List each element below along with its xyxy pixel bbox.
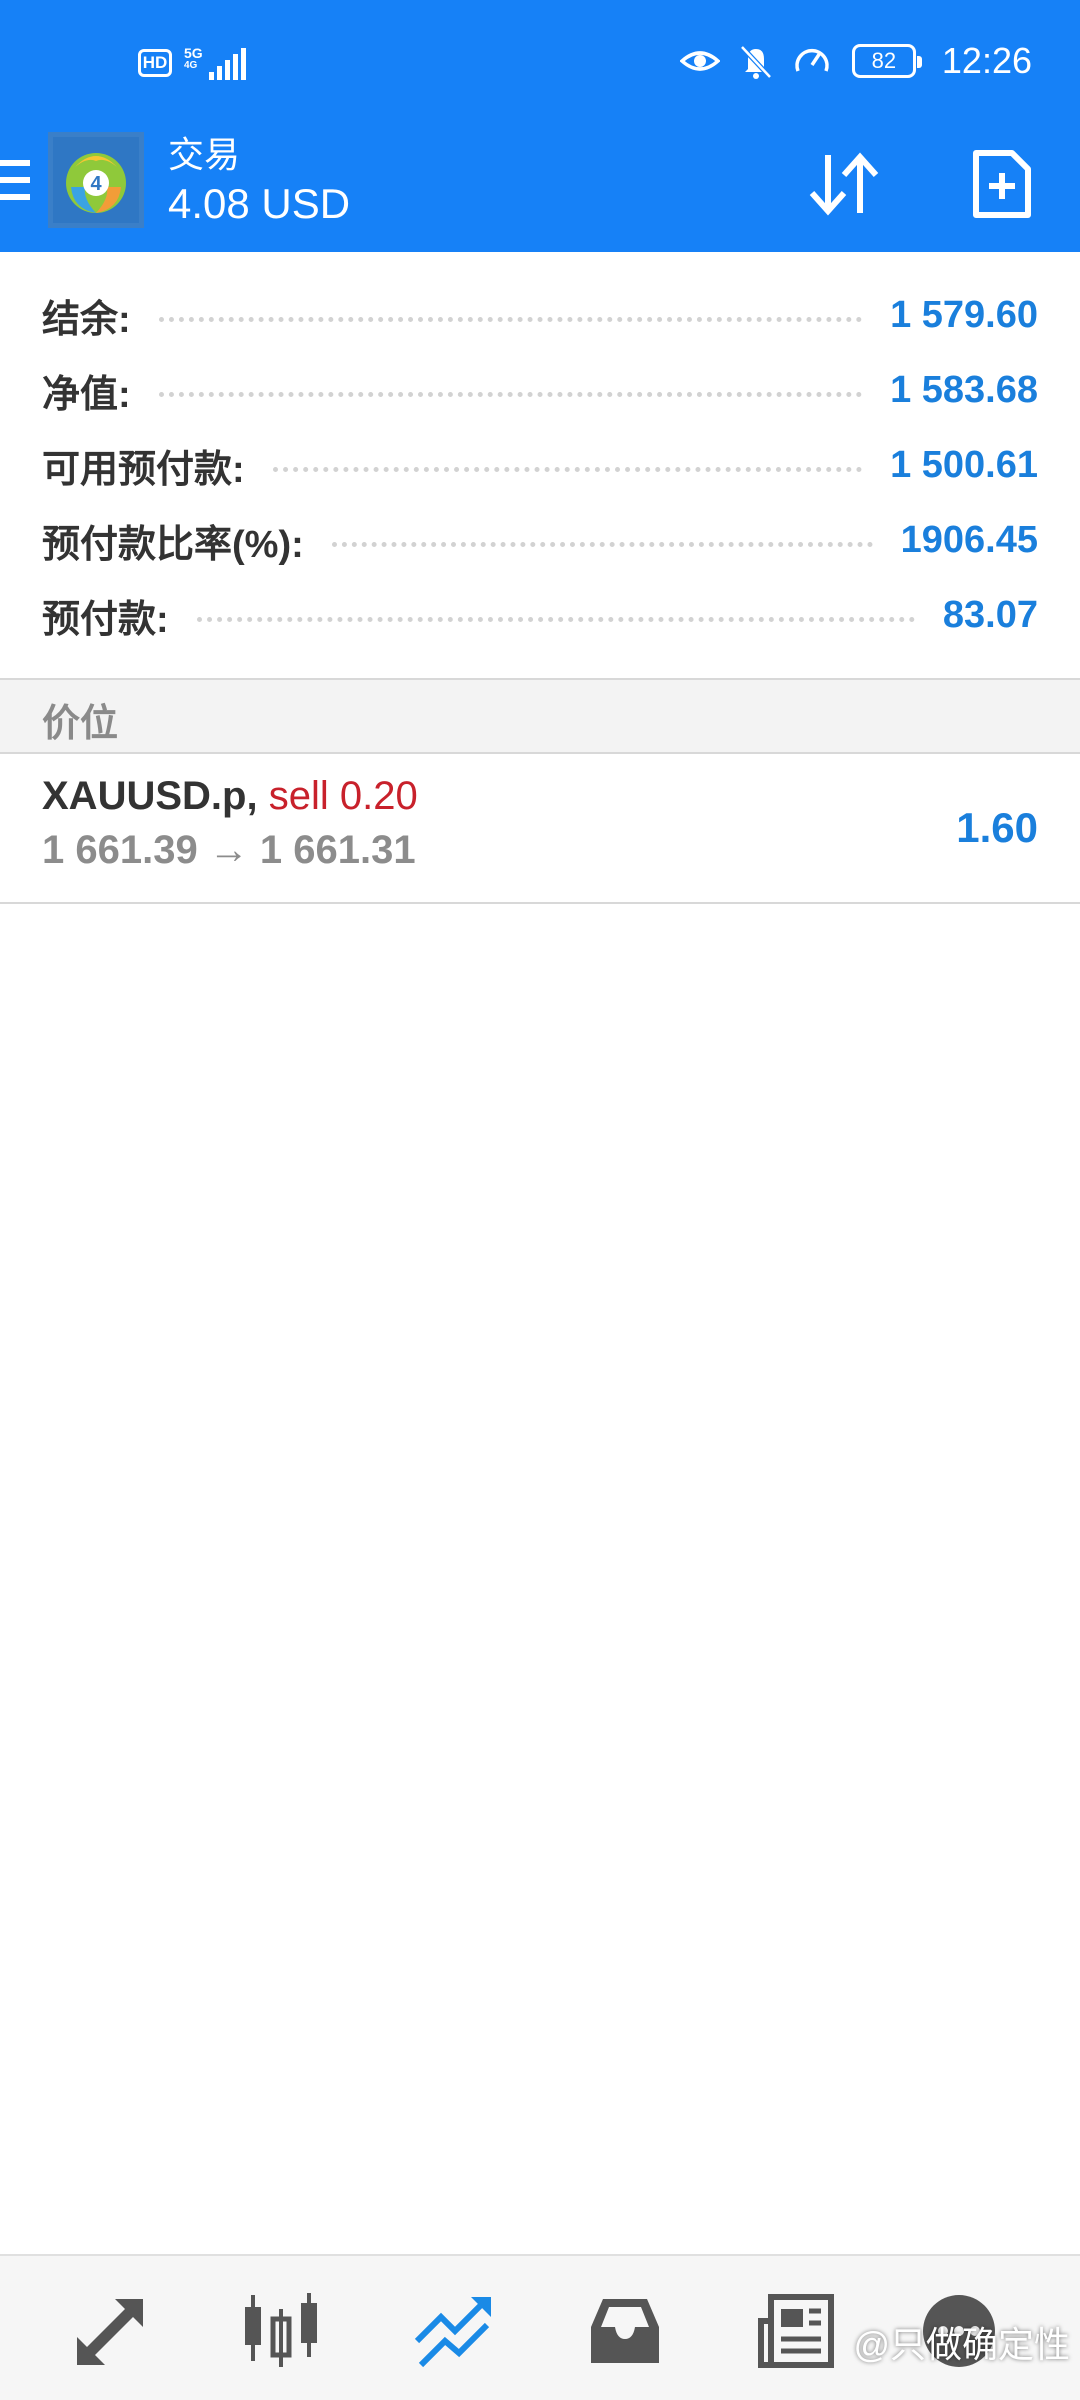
sort-arrows-icon: [809, 152, 879, 216]
margin-level-row: 预付款比率(%): 1906.45: [42, 503, 1038, 578]
row-value: 1906.45: [900, 519, 1038, 561]
new-order-button[interactable]: [962, 144, 1042, 224]
nav-news[interactable]: [752, 2286, 842, 2376]
nav-history[interactable]: [580, 2286, 670, 2376]
nav-chart[interactable]: [236, 2286, 326, 2376]
dotted-leader: [196, 617, 915, 622]
dotted-leader: [158, 392, 863, 397]
new-document-icon: [973, 150, 1031, 218]
dotted-leader: [158, 317, 863, 322]
history-icon: [591, 2299, 659, 2363]
nav-trade[interactable]: [408, 2286, 498, 2376]
bell-muted-icon: [740, 45, 772, 79]
account-summary: 结余: 1 579.60 净值: 1 583.68 可用预付款: 1 500.6…: [0, 252, 1080, 678]
row-label: 结余:: [42, 299, 131, 341]
position-side: sell 0.20: [268, 774, 418, 818]
signal-bars-icon: [208, 48, 246, 80]
row-value: 1 500.61: [890, 444, 1038, 486]
bottom-navigation: @只做确定性: [0, 2254, 1080, 2400]
status-bar: HD 5G 4G 82 12:26: [0, 0, 1080, 126]
margin-row: 预付款: 83.07: [42, 578, 1038, 653]
net-sub-label: 4G: [184, 60, 198, 71]
signal-icon: 5G 4G: [184, 46, 246, 80]
balance-row: 结余: 1 579.60: [42, 278, 1038, 353]
position-profit: 1.60: [956, 804, 1038, 851]
news-icon: [758, 2294, 834, 2368]
sort-button[interactable]: [804, 144, 884, 224]
profit-summary: 4.08 USD: [168, 180, 351, 227]
trade-icon: [414, 2297, 491, 2368]
eye-icon: [679, 51, 720, 71]
position-title: XAUUSD.p, sell 0.20: [42, 774, 418, 819]
row-label: 预付款:: [42, 599, 169, 641]
status-left: HD 5G 4G: [138, 46, 246, 80]
hd-icon: HD: [138, 49, 172, 77]
speedometer-icon: [795, 48, 829, 72]
status-right: 82 12:26: [679, 40, 1032, 82]
menu-icon[interactable]: [0, 160, 30, 206]
free-margin-row: 可用预付款: 1 500.61: [42, 428, 1038, 503]
row-label: 可用预付款:: [42, 449, 245, 491]
position-prices: 1 661.39 → 1 661.31: [42, 828, 416, 872]
divider: [0, 902, 1080, 904]
chart-icon: [245, 2293, 317, 2367]
battery-icon: 82: [851, 44, 922, 78]
row-label: 预付款比率(%):: [42, 524, 304, 566]
page-title: 交易: [168, 134, 241, 175]
equity-row: 净值: 1 583.68: [42, 353, 1038, 428]
nav-quotes[interactable]: [64, 2286, 154, 2376]
row-label: 净值:: [42, 374, 131, 416]
dotted-leader: [331, 542, 873, 547]
quotes-icon: [77, 2299, 143, 2365]
net-type-label: 5G: [184, 45, 203, 61]
positions-section-header: 价位: [0, 680, 1080, 752]
app-header: 4 交易 4.08 USD: [0, 126, 1080, 252]
row-value: 1 583.68: [890, 369, 1038, 411]
row-value: 83.07: [942, 594, 1038, 636]
watermark: @只做确定性: [853, 2324, 1070, 2365]
clock: 12:26: [941, 40, 1032, 81]
row-value: 1 579.60: [890, 294, 1038, 336]
app-logo: 4: [48, 132, 144, 228]
section-label: 价位: [42, 703, 119, 745]
metatrader-logo-icon: 4: [53, 137, 139, 223]
position-row[interactable]: XAUUSD.p, sell 0.20 1 661.39 → 1 661.31 …: [0, 754, 1080, 902]
position-symbol: XAUUSD.p,: [42, 774, 258, 818]
dotted-leader: [272, 467, 863, 472]
logo-letter: 4: [90, 173, 102, 195]
